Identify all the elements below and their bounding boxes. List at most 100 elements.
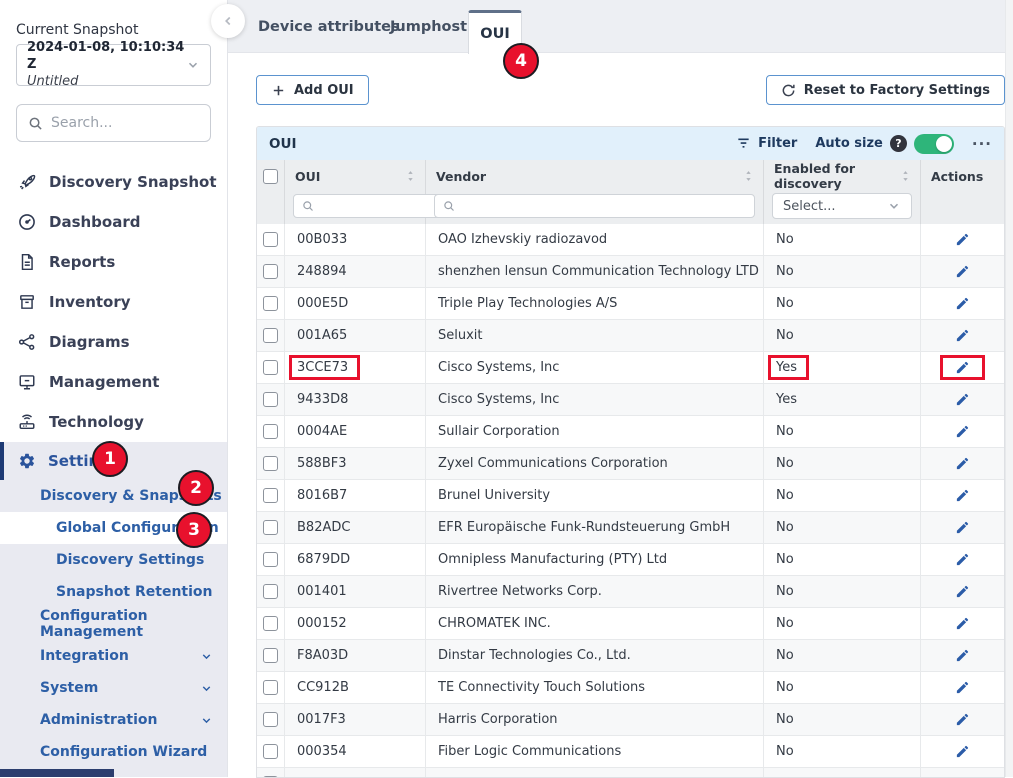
table-row: 588BF3 Zyxel Communications Corporation … — [257, 448, 1004, 480]
edit-pencil-icon[interactable] — [955, 456, 970, 471]
sidebar-nav: Discovery Snapshot Dashboard Reports Inv… — [0, 162, 227, 442]
edit-pencil-icon[interactable] — [955, 488, 970, 503]
sidebar-settings-child[interactable]: Snapshot Retention — [0, 576, 227, 608]
vendor-cell: CHROMATEK INC. — [426, 608, 764, 640]
row-checkbox[interactable] — [263, 744, 278, 759]
edit-pencil-icon[interactable] — [955, 680, 970, 695]
row-checkbox[interactable] — [263, 584, 278, 599]
sidebar-nav-label: Management — [49, 373, 159, 391]
sidebar-settings-child[interactable]: Configuration Management — [0, 608, 227, 640]
help-icon[interactable]: ? — [890, 135, 907, 152]
plus-icon — [271, 83, 286, 98]
filter-control[interactable]: Filter — [736, 136, 797, 151]
main-content: Device attributes Jumphost OUI Add OUI R… — [228, 0, 1013, 777]
chevron-down-icon — [186, 58, 200, 72]
row-checkbox[interactable] — [263, 680, 278, 695]
auto-size-toggle[interactable] — [914, 134, 954, 154]
report-icon — [18, 253, 36, 271]
column-header-enabled[interactable]: Enabled for discovery — [774, 161, 901, 191]
enabled-filter-select[interactable]: Select... — [772, 193, 912, 219]
edit-pencil-icon[interactable] — [955, 520, 970, 535]
row-checkbox[interactable] — [263, 712, 278, 727]
sidebar-nav-item[interactable]: Inventory — [0, 282, 227, 322]
sidebar-settings-child[interactable]: Administration — [0, 704, 227, 736]
sidebar-nav-label: Reports — [49, 253, 115, 271]
enabled-cell: No — [768, 643, 806, 668]
edit-pencil-icon[interactable] — [955, 552, 970, 567]
sidebar-settings-child[interactable]: Configuration Wizard — [0, 736, 227, 768]
vendor-filter-input[interactable] — [434, 194, 755, 218]
enabled-cell: No — [768, 611, 806, 636]
sidebar-nav-item[interactable]: Technology — [0, 402, 227, 442]
edit-pencil-icon[interactable] — [955, 264, 970, 279]
edit-pencil-icon[interactable] — [955, 296, 970, 311]
horizontal-scrollbar-thumb[interactable] — [0, 769, 114, 777]
row-checkbox[interactable] — [263, 424, 278, 439]
sidebar-nav-item[interactable]: Reports — [0, 242, 227, 282]
row-checkbox[interactable] — [263, 520, 278, 535]
row-checkbox[interactable] — [263, 232, 278, 247]
chevron-down-icon — [200, 682, 213, 695]
edit-pencil-icon[interactable] — [955, 584, 970, 599]
table-row-partial — [257, 768, 1004, 777]
column-header-vendor[interactable]: Vendor — [436, 169, 486, 184]
edit-pencil-icon[interactable] — [955, 328, 970, 343]
column-header-oui[interactable]: OUI — [295, 169, 320, 184]
edit-pencil-icon[interactable] — [955, 392, 970, 407]
row-checkbox[interactable] — [263, 392, 278, 407]
sidebar-nav-item[interactable]: Dashboard — [0, 202, 227, 242]
edit-pencil-icon[interactable] — [955, 616, 970, 631]
edit-pencil-icon[interactable] — [955, 744, 970, 759]
settings-child-label: System — [40, 680, 98, 696]
row-checkbox[interactable] — [263, 488, 278, 503]
row-checkbox[interactable] — [263, 648, 278, 663]
tab-bar: Device attributes Jumphost OUI — [228, 0, 1013, 53]
select-all-checkbox[interactable] — [263, 169, 278, 184]
tab[interactable]: Device attributes — [258, 0, 400, 53]
search-input[interactable] — [51, 115, 225, 131]
sidebar-search[interactable] — [16, 104, 211, 142]
edit-pencil-icon[interactable] — [955, 360, 970, 375]
row-checkbox[interactable] — [263, 328, 278, 343]
sidebar-settings-child[interactable]: Integration — [0, 640, 227, 672]
row-checkbox[interactable] — [263, 264, 278, 279]
enabled-cell: No — [768, 419, 806, 444]
tab-label: OUI — [480, 26, 510, 42]
sidebar-nav-item[interactable]: Management — [0, 362, 227, 402]
sidebar-nav-item[interactable]: Discovery Snapshot — [0, 162, 227, 202]
row-checkbox[interactable] — [263, 296, 278, 311]
sidebar-nav-item[interactable]: Diagrams — [0, 322, 227, 362]
tab[interactable]: Jumphost — [390, 0, 467, 53]
add-oui-button[interactable]: Add OUI — [256, 75, 369, 105]
enabled-cell: No — [768, 515, 806, 540]
table-body: 00B033 OAO Izhevskiy radiozavod No 2488 — [257, 224, 1004, 777]
chevron-down-icon — [200, 714, 213, 727]
sidebar-nav-label: Diagrams — [49, 333, 130, 351]
sidebar-settings-child[interactable]: System — [0, 672, 227, 704]
more-options-button[interactable]: ··· — [972, 135, 992, 153]
sort-icon[interactable] — [901, 170, 910, 182]
settings-child-label: Discovery Settings — [56, 552, 204, 568]
table-row: B82ADC EFR Europäische Funk-Rundsteuerun… — [257, 512, 1004, 544]
row-checkbox[interactable] — [263, 360, 278, 375]
vendor-cell: Harris Corporation — [426, 704, 764, 736]
sort-icon[interactable] — [744, 170, 753, 182]
snapshot-selector[interactable]: 2024-01-08, 10:10:34 Z Untitled — [16, 44, 211, 86]
row-checkbox[interactable] — [263, 456, 278, 471]
sidebar-collapse-button[interactable] — [211, 4, 245, 38]
edit-pencil-icon[interactable] — [955, 712, 970, 727]
table-filter-row: Select... — [257, 192, 1004, 224]
sort-icon[interactable] — [406, 170, 415, 182]
row-checkbox[interactable] — [263, 552, 278, 567]
vendor-cell: OAO Izhevskiy radiozavod — [426, 224, 764, 256]
annotation-step-1: 1 — [92, 441, 128, 477]
edit-pencil-icon[interactable] — [955, 232, 970, 247]
row-checkbox[interactable] — [263, 616, 278, 631]
oui-cell: 0004AE — [289, 419, 359, 444]
edit-pencil-icon[interactable] — [955, 424, 970, 439]
edit-pencil-icon[interactable] — [955, 648, 970, 663]
vertical-scrollbar[interactable] — [1005, 0, 1013, 777]
reset-factory-button[interactable]: Reset to Factory Settings — [766, 75, 1005, 105]
sidebar-settings-child[interactable]: Discovery Settings — [0, 544, 227, 576]
oui-cell: 00B033 — [289, 227, 359, 252]
